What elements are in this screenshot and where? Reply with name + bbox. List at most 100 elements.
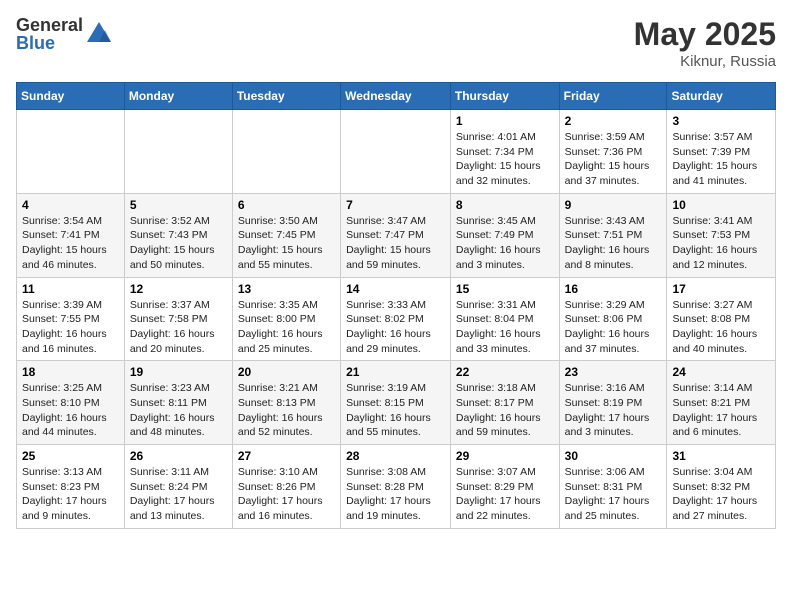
calendar-cell: 26 Sunrise: 3:11 AMSunset: 8:24 PMDayligh… — [124, 445, 232, 529]
calendar-cell: 25 Sunrise: 3:13 AMSunset: 8:23 PMDayligh… — [17, 445, 125, 529]
day-info: Sunrise: 4:01 AMSunset: 7:34 PMDaylight:… — [456, 130, 554, 189]
calendar-cell — [232, 110, 340, 194]
day-info: Sunrise: 3:18 AMSunset: 8:17 PMDaylight:… — [456, 381, 554, 440]
calendar-cell — [341, 110, 451, 194]
day-number: 4 — [22, 198, 119, 212]
day-info: Sunrise: 3:14 AMSunset: 8:21 PMDaylight:… — [672, 381, 770, 440]
calendar-cell: 7 Sunrise: 3:47 AMSunset: 7:47 PMDaylight… — [341, 193, 451, 277]
day-info: Sunrise: 3:29 AMSunset: 8:06 PMDaylight:… — [565, 298, 662, 357]
calendar-cell: 10Sunrise: 3:41 AMSunset: 7:53 PMDayligh… — [667, 193, 776, 277]
day-info: Sunrise: 3:06 AMSunset: 8:31 PMDaylight:… — [565, 465, 662, 524]
day-header-tuesday: Tuesday — [232, 83, 340, 110]
day-info: Sunrise: 3:04 AMSunset: 8:32 PMDaylight:… — [672, 465, 770, 524]
calendar-cell: 30 Sunrise: 3:06 AMSunset: 8:31 PMDayligh… — [559, 445, 667, 529]
calendar-cell: 5Sunrise: 3:52 AMSunset: 7:43 PMDaylight… — [124, 193, 232, 277]
week-row-2: 4 Sunrise: 3:54 AMSunset: 7:41 PMDaylight… — [17, 193, 776, 277]
day-number: 12 — [130, 282, 227, 296]
day-number: 3 — [672, 114, 770, 128]
calendar-cell — [17, 110, 125, 194]
day-info: Sunrise: 3:10 AMSunset: 8:26 PMDaylight:… — [238, 465, 335, 524]
day-info: Sunrise: 3:07 AMSunset: 8:29 PMDaylight:… — [456, 465, 554, 524]
day-info: Sunrise: 3:21 AMSunset: 8:13 PMDaylight:… — [238, 381, 335, 440]
day-info: Sunrise: 3:45 AMSunset: 7:49 PMDaylight:… — [456, 214, 554, 273]
day-number: 8 — [456, 198, 554, 212]
day-number: 23 — [565, 365, 662, 379]
logo-blue-text: Blue — [16, 34, 83, 52]
calendar-table: SundayMondayTuesdayWednesdayThursdayFrid… — [16, 82, 776, 529]
calendar-cell: 11 Sunrise: 3:39 AMSunset: 7:55 PMDayligh… — [17, 277, 125, 361]
day-number: 26 — [130, 449, 227, 463]
day-number: 9 — [565, 198, 662, 212]
calendar-cell: 22 Sunrise: 3:18 AMSunset: 8:17 PMDayligh… — [450, 361, 559, 445]
day-info: Sunrise: 3:37 AMSunset: 7:58 PMDaylight:… — [130, 298, 227, 357]
day-number: 10 — [672, 198, 770, 212]
logo-icon — [85, 20, 113, 48]
day-info: Sunrise: 3:08 AMSunset: 8:28 PMDaylight:… — [346, 465, 445, 524]
day-header-thursday: Thursday — [450, 83, 559, 110]
calendar-cell: 1Sunrise: 4:01 AMSunset: 7:34 PMDaylight… — [450, 110, 559, 194]
calendar-cell — [124, 110, 232, 194]
day-number: 7 — [346, 198, 445, 212]
calendar-cell: 12 Sunrise: 3:37 AMSunset: 7:58 PMDayligh… — [124, 277, 232, 361]
calendar-cell: 3 Sunrise: 3:57 AMSunset: 7:39 PMDaylight… — [667, 110, 776, 194]
calendar-cell: 27Sunrise: 3:10 AMSunset: 8:26 PMDayligh… — [232, 445, 340, 529]
month-year: May 2025 — [634, 16, 776, 53]
day-info: Sunrise: 3:39 AMSunset: 7:55 PMDaylight:… — [22, 298, 119, 357]
logo: General Blue — [16, 16, 113, 52]
day-number: 21 — [346, 365, 445, 379]
day-info: Sunrise: 3:33 AMSunset: 8:02 PMDaylight:… — [346, 298, 445, 357]
calendar-cell: 4 Sunrise: 3:54 AMSunset: 7:41 PMDaylight… — [17, 193, 125, 277]
logo-general-text: General — [16, 16, 83, 34]
calendar-cell: 6 Sunrise: 3:50 AMSunset: 7:45 PMDaylight… — [232, 193, 340, 277]
day-header-saturday: Saturday — [667, 83, 776, 110]
day-number: 6 — [238, 198, 335, 212]
calendar-cell: 24 Sunrise: 3:14 AMSunset: 8:21 PMDayligh… — [667, 361, 776, 445]
day-info: Sunrise: 3:16 AMSunset: 8:19 PMDaylight:… — [565, 381, 662, 440]
calendar-cell: 23 Sunrise: 3:16 AMSunset: 8:19 PMDayligh… — [559, 361, 667, 445]
day-info: Sunrise: 3:50 AMSunset: 7:45 PMDaylight:… — [238, 214, 335, 273]
day-info: Sunrise: 3:57 AMSunset: 7:39 PMDaylight:… — [672, 130, 770, 189]
day-info: Sunrise: 3:11 AMSunset: 8:24 PMDaylight:… — [130, 465, 227, 524]
calendar-cell: 13 Sunrise: 3:35 AMSunset: 8:00 PMDayligh… — [232, 277, 340, 361]
calendar-cell: 19 Sunrise: 3:23 AMSunset: 8:11 PMDayligh… — [124, 361, 232, 445]
week-row-3: 11 Sunrise: 3:39 AMSunset: 7:55 PMDayligh… — [17, 277, 776, 361]
title-block: May 2025 Kiknur, Russia — [634, 16, 776, 70]
day-header-friday: Friday — [559, 83, 667, 110]
calendar-cell: 29 Sunrise: 3:07 AMSunset: 8:29 PMDayligh… — [450, 445, 559, 529]
day-number: 2 — [565, 114, 662, 128]
day-number: 25 — [22, 449, 119, 463]
day-info: Sunrise: 3:13 AMSunset: 8:23 PMDaylight:… — [22, 465, 119, 524]
day-number: 24 — [672, 365, 770, 379]
calendar-cell: 21Sunrise: 3:19 AMSunset: 8:15 PMDayligh… — [341, 361, 451, 445]
day-info: Sunrise: 3:31 AMSunset: 8:04 PMDaylight:… — [456, 298, 554, 357]
day-info: Sunrise: 3:35 AMSunset: 8:00 PMDaylight:… — [238, 298, 335, 357]
day-number: 18 — [22, 365, 119, 379]
page-header: General Blue May 2025 Kiknur, Russia — [16, 16, 776, 70]
calendar-cell: 20 Sunrise: 3:21 AMSunset: 8:13 PMDayligh… — [232, 361, 340, 445]
day-number: 20 — [238, 365, 335, 379]
day-number: 31 — [672, 449, 770, 463]
days-header-row: SundayMondayTuesdayWednesdayThursdayFrid… — [17, 83, 776, 110]
day-info: Sunrise: 3:25 AMSunset: 8:10 PMDaylight:… — [22, 381, 119, 440]
calendar-cell: 16Sunrise: 3:29 AMSunset: 8:06 PMDayligh… — [559, 277, 667, 361]
day-info: Sunrise: 3:52 AMSunset: 7:43 PMDaylight:… — [130, 214, 227, 273]
day-number: 29 — [456, 449, 554, 463]
calendar-cell: 18 Sunrise: 3:25 AMSunset: 8:10 PMDayligh… — [17, 361, 125, 445]
day-info: Sunrise: 3:54 AMSunset: 7:41 PMDaylight:… — [22, 214, 119, 273]
day-info: Sunrise: 3:23 AMSunset: 8:11 PMDaylight:… — [130, 381, 227, 440]
calendar-cell: 9 Sunrise: 3:43 AMSunset: 7:51 PMDaylight… — [559, 193, 667, 277]
day-number: 19 — [130, 365, 227, 379]
calendar-cell: 28Sunrise: 3:08 AMSunset: 8:28 PMDayligh… — [341, 445, 451, 529]
week-row-5: 25 Sunrise: 3:13 AMSunset: 8:23 PMDayligh… — [17, 445, 776, 529]
day-info: Sunrise: 3:43 AMSunset: 7:51 PMDaylight:… — [565, 214, 662, 273]
day-number: 11 — [22, 282, 119, 296]
day-info: Sunrise: 3:27 AMSunset: 8:08 PMDaylight:… — [672, 298, 770, 357]
calendar-cell: 14Sunrise: 3:33 AMSunset: 8:02 PMDayligh… — [341, 277, 451, 361]
day-number: 30 — [565, 449, 662, 463]
day-number: 22 — [456, 365, 554, 379]
location: Kiknur, Russia — [634, 53, 776, 70]
calendar-cell: 31 Sunrise: 3:04 AMSunset: 8:32 PMDayligh… — [667, 445, 776, 529]
day-number: 13 — [238, 282, 335, 296]
calendar-cell: 2Sunrise: 3:59 AMSunset: 7:36 PMDaylight… — [559, 110, 667, 194]
day-info: Sunrise: 3:47 AMSunset: 7:47 PMDaylight:… — [346, 214, 445, 273]
